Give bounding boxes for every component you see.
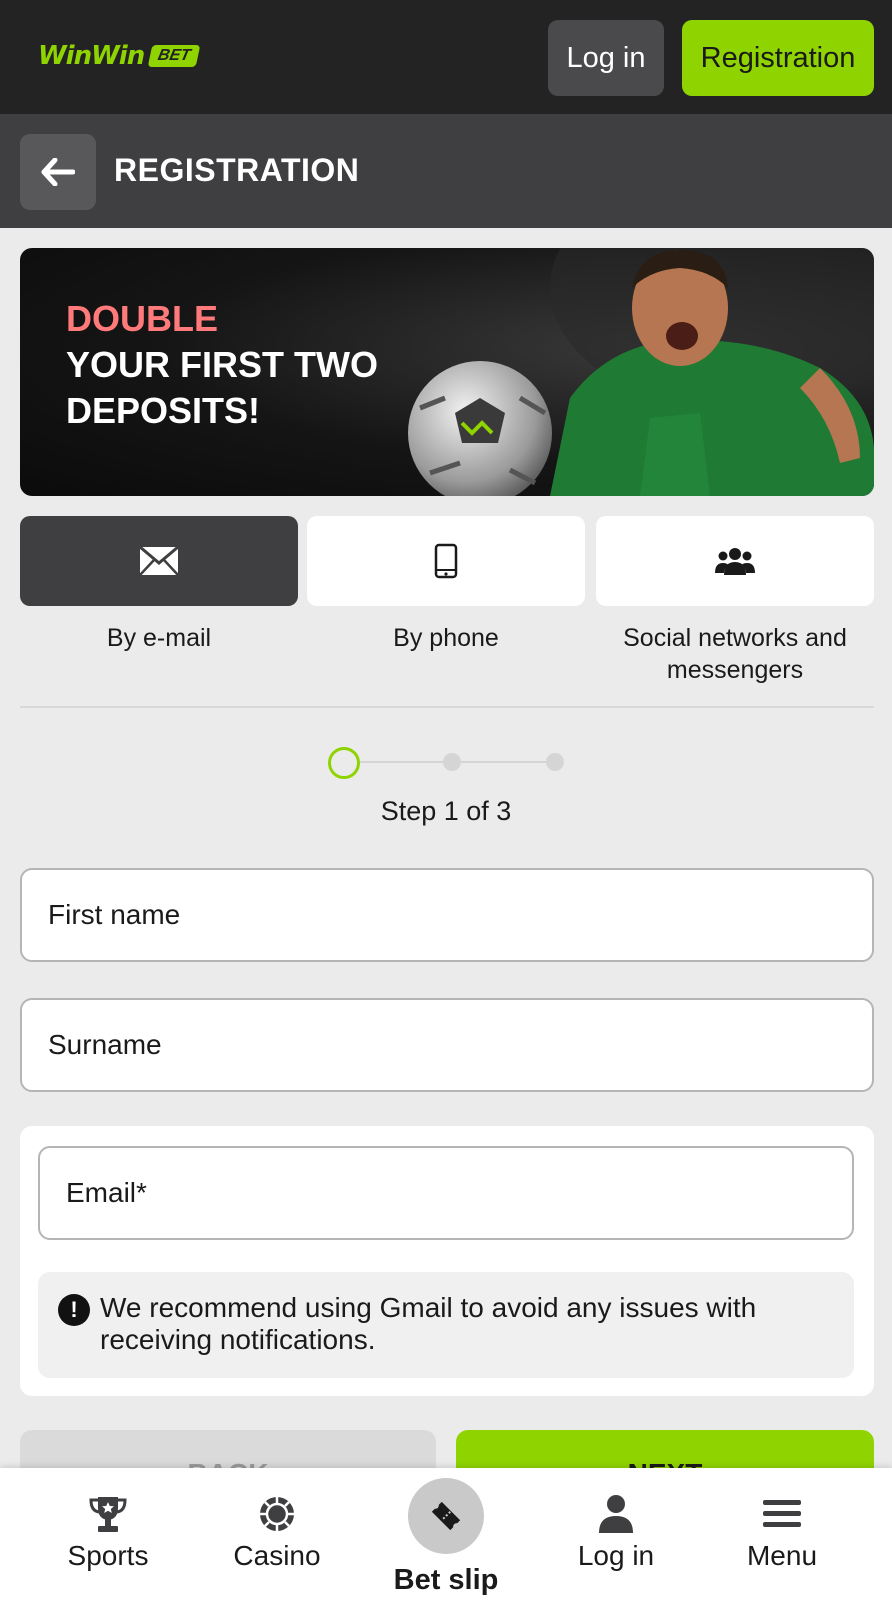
- banner-line-2: YOUR FIRST TWO: [66, 344, 378, 385]
- notice-text: We recommend using Gmail to avoid any is…: [100, 1292, 757, 1355]
- arrow-left-icon: [41, 158, 75, 186]
- banner-headline: DOUBLE YOUR FIRST TWO DEPOSITS!: [66, 296, 378, 434]
- top-bar: WinWin BET Log in Registration: [0, 0, 892, 114]
- surname-input[interactable]: [22, 1000, 872, 1090]
- user-icon: [599, 1495, 633, 1533]
- email-input[interactable]: [40, 1148, 852, 1238]
- page-title: REGISTRATION: [114, 152, 360, 188]
- tab-social-networks[interactable]: [596, 516, 874, 606]
- winwin-logo[interactable]: WinWin BET: [38, 40, 201, 72]
- footballer-illustration: [408, 248, 874, 496]
- nav-bet-slip-label[interactable]: Bet slip: [356, 1564, 536, 1597]
- envelope-icon: [139, 546, 179, 576]
- tab-label-email[interactable]: By e-mail: [20, 622, 298, 654]
- email-field[interactable]: [38, 1146, 854, 1240]
- login-button[interactable]: Log in: [548, 20, 664, 96]
- email-section: ! We recommend using Gmail to avoid any …: [20, 1126, 874, 1396]
- logo-text: WinWin: [38, 41, 145, 71]
- tab-label-social[interactable]: Social networks and messengers: [596, 622, 874, 686]
- tab-label-phone[interactable]: By phone: [307, 622, 585, 654]
- first-name-field[interactable]: [20, 868, 874, 962]
- ticket-icon: [431, 1501, 461, 1531]
- nav-sports[interactable]: Sports: [58, 1468, 158, 1600]
- promo-banner[interactable]: DOUBLE YOUR FIRST TWO DEPOSITS!: [20, 248, 874, 496]
- casino-chip-icon: [260, 1497, 294, 1531]
- nav-login[interactable]: Log in: [566, 1468, 666, 1600]
- users-icon: [715, 548, 755, 575]
- registration-button[interactable]: Registration: [682, 20, 874, 96]
- nav-casino-label: Casino: [233, 1540, 321, 1571]
- banner-line-3: DEPOSITS!: [66, 390, 261, 431]
- bottom-navigation: Sports Casino Bet slip Log in Menu: [0, 1468, 892, 1600]
- step-dot: [546, 753, 564, 771]
- tab-by-phone[interactable]: [307, 516, 585, 606]
- hamburger-menu-icon: [763, 1500, 801, 1527]
- nav-casino[interactable]: Casino: [222, 1468, 332, 1600]
- page-header: REGISTRATION: [0, 114, 892, 228]
- logo-badge: BET: [147, 45, 201, 67]
- step-counter: Step 1 of 3: [380, 796, 512, 826]
- nav-menu[interactable]: Menu: [732, 1468, 832, 1600]
- trophy-icon: [89, 1497, 127, 1532]
- step-dot: [443, 753, 461, 771]
- nav-sports-label: Sports: [67, 1540, 149, 1571]
- divider: [20, 706, 874, 708]
- banner-line-1: DOUBLE: [66, 298, 218, 339]
- phone-icon: [434, 543, 458, 579]
- surname-field[interactable]: [20, 998, 874, 1092]
- back-arrow-button[interactable]: [20, 134, 96, 210]
- gmail-notice: ! We recommend using Gmail to avoid any …: [38, 1272, 854, 1378]
- first-name-input[interactable]: [22, 870, 872, 960]
- step-dot-current: [328, 747, 360, 779]
- tab-by-email[interactable]: [20, 516, 298, 606]
- nav-bet-slip[interactable]: [408, 1478, 484, 1554]
- nav-login-label: Log in: [577, 1540, 655, 1571]
- exclamation-icon: !: [58, 1294, 90, 1326]
- nav-menu-label: Menu: [746, 1540, 818, 1571]
